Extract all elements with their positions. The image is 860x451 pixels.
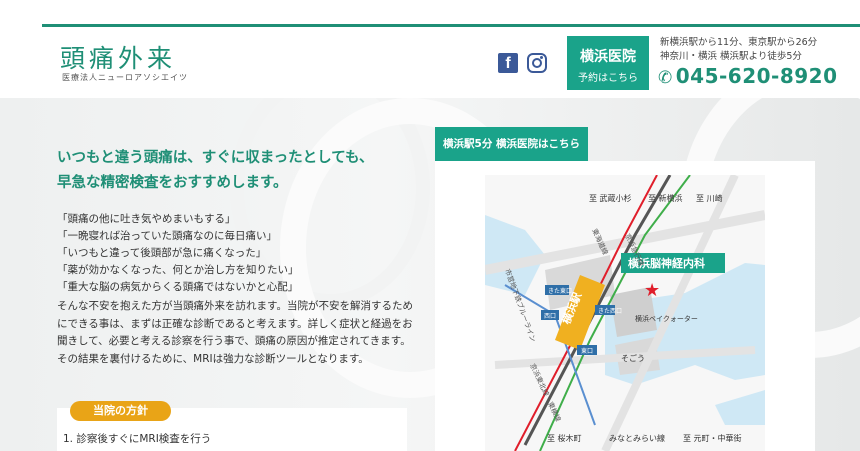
map-place-label: 至 武蔵小杉 — [589, 193, 632, 203]
facebook-icon[interactable]: f — [498, 53, 518, 73]
exit-label: きた西口 — [598, 308, 622, 315]
map-place-label: 至 川崎 — [696, 193, 723, 203]
policy-tab: 当院の方針 — [70, 401, 171, 421]
site-header: 頭痛外来 医療法人ニューロアソシエイツ f 横浜医院 予約はこちら 新横浜駅から… — [0, 27, 860, 98]
map-place-label: そごう — [621, 353, 645, 363]
reserve-title: 横浜医院 — [580, 49, 636, 65]
reserve-subtitle: 予約はこちら — [578, 73, 638, 84]
instagram-icon[interactable] — [527, 53, 547, 73]
logo-title[interactable]: 頭痛外来 — [60, 39, 176, 75]
phone-number: 045-620-8920 — [675, 64, 838, 88]
access-line-2: 神奈川・横浜 横浜駅より徒歩5分 — [660, 51, 802, 62]
map-place-label: 至 桜木町 — [547, 433, 582, 443]
phone-link[interactable]: ✆ 045-620-8920 — [658, 64, 838, 88]
quote-item: 「いつもと違って後頭部が急に痛くなった」 — [57, 247, 267, 259]
map-place-label: みなとみらい線 — [609, 433, 665, 443]
access-line-1: 新横浜駅から11分、東京駅から26分 — [660, 37, 818, 48]
water-area — [715, 390, 765, 425]
exit-label: 西口 — [544, 313, 556, 320]
map-place-label: 至 新横浜 — [648, 193, 683, 203]
hero-section: いつもと違う頭痛は、すぐに収まったとしても、 早急な精密検査をおすすめします。 … — [0, 98, 860, 451]
map-tab[interactable]: 横浜駅5分 横浜医院はこちら — [435, 127, 588, 161]
phone-icon: ✆ — [658, 68, 673, 88]
access-info: 新横浜駅から11分、東京駅から26分 神奈川・横浜 横浜駅より徒歩5分 — [660, 36, 817, 64]
quote-item: 「薬が効かなくなった、何とか治し方を知りたい」 — [57, 264, 299, 276]
hero-headline: いつもと違う頭痛は、すぐに収まったとしても、 早急な精密検査をおすすめします。 — [57, 146, 374, 196]
exit-label: 東口 — [581, 347, 593, 355]
map-place-label: 横浜ベイクォーター — [635, 314, 698, 323]
access-map[interactable]: 横浜駅 横浜脳神経内科 ★ 至 武蔵小杉 至 新横浜 至 川崎 京浜急行線 東海… — [484, 173, 766, 451]
headline-line-2: 早急な精密検査をおすすめします。 — [57, 175, 288, 191]
symptom-quotes: 「頭痛の他に吐き気やめまいもする」 「一晩寝れば治っていた頭痛なのに毎日痛い」 … — [57, 211, 299, 296]
exit-label: きた東口 — [548, 287, 572, 295]
quote-item: 「重大な脳の病気からくる頭痛ではないかと心配」 — [57, 281, 299, 293]
quote-item: 「一晩寝れば治っていた頭痛なのに毎日痛い」 — [57, 230, 277, 242]
hero-description: そんな不安を抱えた方が当頭痛外来を訪れます。当院が不安を解消するためにできる事は… — [57, 300, 413, 365]
quote-item: 「頭痛の他に吐き気やめまいもする」 — [57, 213, 236, 225]
access-map-svg: 横浜駅 横浜脳神経内科 ★ 至 武蔵小杉 至 新横浜 至 川崎 京浜急行線 東海… — [484, 173, 766, 451]
clinic-star-icon: ★ — [644, 280, 660, 301]
map-place-label: 至 元町・中華街 — [683, 433, 742, 443]
reserve-button[interactable]: 横浜医院 予約はこちら — [567, 36, 649, 90]
map-card: 横浜駅 横浜脳神経内科 ★ 至 武蔵小杉 至 新横浜 至 川崎 京浜急行線 東海… — [435, 161, 815, 451]
logo-subtitle: 医療法人ニューロアソシエイツ — [62, 73, 188, 82]
headline-line-1: いつもと違う頭痛は、すぐに収まったとしても、 — [57, 150, 374, 166]
policy-item: 1. 診察後すぐにMRI検査を行う — [63, 433, 212, 445]
